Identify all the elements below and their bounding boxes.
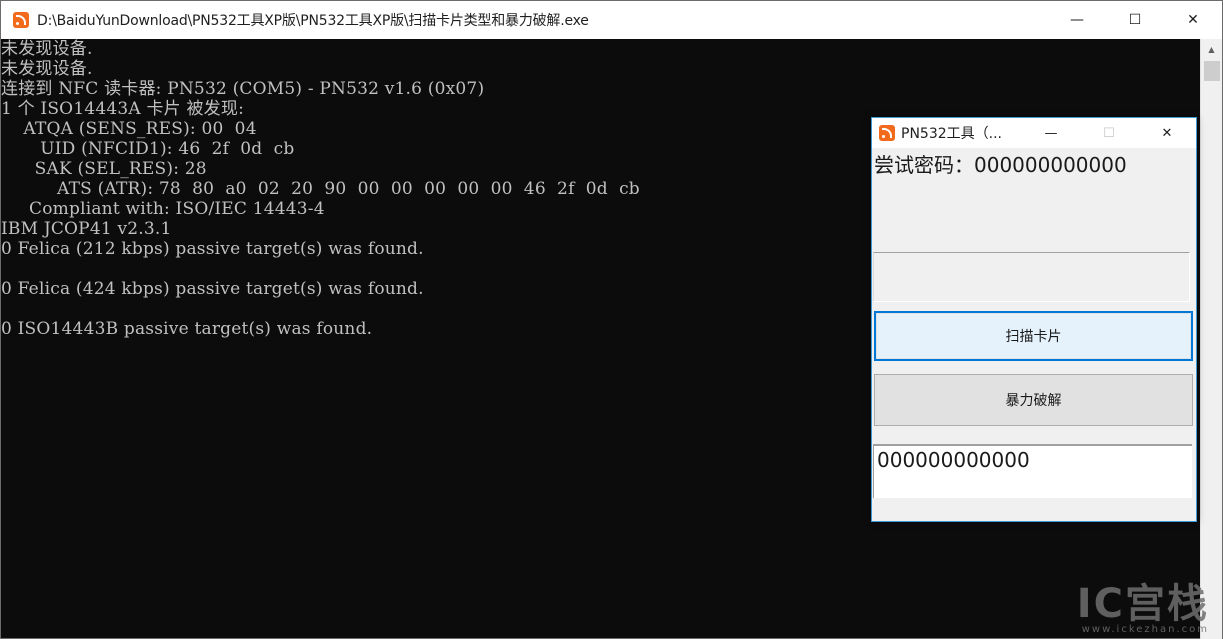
- password-attempt-value: 000000000000: [974, 153, 1127, 177]
- console-title: D:\BaiduYunDownload\PN532工具XP版\PN532工具XP…: [37, 13, 589, 29]
- console-line: 未发现设备.: [1, 59, 93, 79]
- rss-feed-icon: [879, 125, 895, 141]
- watermark: IC宫栈 www.ickezhan.com: [1077, 584, 1209, 635]
- scan-card-button[interactable]: 扫描卡片: [874, 311, 1193, 361]
- console-line: 连接到 NFC 读卡器: PN532 (COM5) - PN532 v1.6 (…: [1, 79, 485, 99]
- watermark-logo: IC宫栈: [1076, 581, 1209, 627]
- close-button[interactable]: ✕: [1164, 1, 1222, 39]
- console-window-controls: — ☐ ✕: [1048, 1, 1222, 39]
- scroll-thumb[interactable]: [1204, 61, 1220, 81]
- result-textbox[interactable]: 000000000000: [873, 444, 1192, 498]
- console-line: 未发现设备.: [1, 39, 93, 59]
- console-titlebar[interactable]: D:\BaiduYunDownload\PN532工具XP版\PN532工具XP…: [1, 1, 1222, 39]
- tool-titlebar[interactable]: PN532工具（... — ☐ ✕: [872, 118, 1196, 148]
- pn532-tool-window: PN532工具（... — ☐ ✕ 尝试密码：000000000000 扫描卡片…: [871, 117, 1197, 522]
- console-line: 1 个 ISO14443A 卡片 被发现:: [1, 99, 245, 119]
- maximize-button[interactable]: ☐: [1106, 1, 1164, 39]
- password-label-text: 尝试密码：: [874, 153, 974, 177]
- brute-force-button[interactable]: 暴力破解: [874, 374, 1193, 426]
- watermark-url: www.ickezhan.com: [1081, 624, 1209, 635]
- tool-close-button[interactable]: ✕: [1138, 118, 1196, 148]
- status-box: [873, 252, 1190, 302]
- tool-title: PN532工具（...: [901, 126, 1002, 142]
- rss-feed-icon: [13, 12, 29, 28]
- vertical-scrollbar[interactable]: ▲: [1200, 39, 1222, 639]
- tool-maximize-button: ☐: [1103, 125, 1115, 141]
- password-attempt-label: 尝试密码：000000000000: [874, 149, 1127, 178]
- minimize-button[interactable]: —: [1048, 1, 1106, 39]
- tool-window-controls: — ☐ ✕: [1022, 118, 1196, 148]
- scroll-up-arrow-icon[interactable]: ▲: [1201, 39, 1222, 59]
- tool-minimize-button[interactable]: —: [1022, 118, 1080, 148]
